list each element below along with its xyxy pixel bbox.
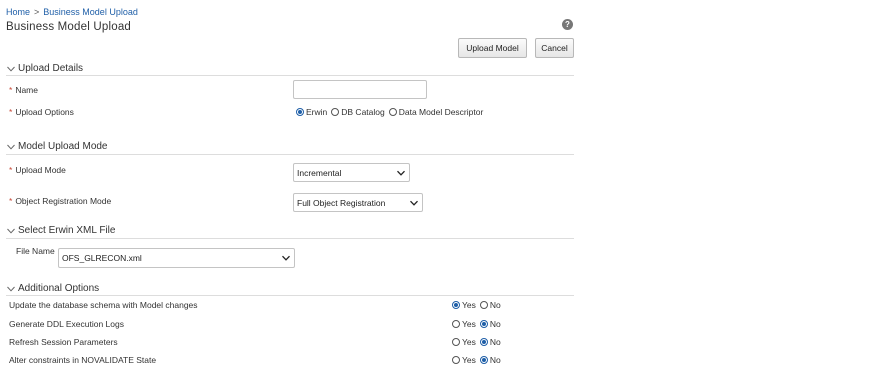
object-registration-mode-label: * Object Registration Mode [9,196,112,206]
upload-mode-select[interactable]: Incremental [293,163,410,182]
radio-yes[interactable] [452,301,460,309]
upload-options-radio-group: Erwin DB Catalog Data Model Descriptor [296,107,487,117]
name-input[interactable] [293,80,427,99]
required-marker: * [9,165,13,175]
required-marker: * [9,196,13,206]
radio-option-erwin[interactable]: Erwin [296,107,327,117]
radio-option-no[interactable]: No [479,337,501,347]
page-title: Business Model Upload [6,21,132,33]
option-row-label: Update the database schema with Model ch… [9,300,198,310]
breadcrumb-separator: > [34,7,40,17]
radio-yes[interactable] [452,320,460,328]
radio-option-yes[interactable]: Yes [452,355,476,365]
object-registration-mode-select[interactable]: Full Object Registration [293,193,423,212]
radio-option-yes[interactable]: Yes [452,337,476,347]
upload-details-title: Upload Details [18,63,84,74]
chevron-down-icon [7,66,15,72]
breadcrumb-current-link[interactable]: Business Model Upload [43,7,138,17]
radio-no[interactable] [479,356,488,364]
radio-erwin[interactable] [296,108,304,116]
section-divider [6,154,574,155]
option-row-label: Generate DDL Execution Logs [9,319,124,329]
radio-db-catalog[interactable] [331,108,340,116]
upload-mode-value: Incremental [297,167,342,178]
chevron-down-icon [282,255,290,261]
option-row-label: Alter constraints in NOVALIDATE State [9,355,157,365]
radio-option-yes[interactable]: Yes [452,319,476,329]
help-icon[interactable]: ? [562,19,573,30]
radio-option-yes[interactable]: Yes [452,300,476,310]
upload-details-section-header[interactable]: Upload Details [6,63,83,74]
radio-no[interactable] [479,301,488,309]
radio-no[interactable] [479,338,488,346]
option-row-radio-group: Yes No [452,300,505,310]
required-marker: * [9,85,13,95]
model-upload-mode-section-header[interactable]: Model Upload Mode [6,141,108,152]
radio-option-no[interactable]: No [479,319,501,329]
chevron-down-icon [410,200,418,206]
option-row-radio-group: Yes No [452,319,505,329]
breadcrumb: Home > Business Model Upload [6,7,138,17]
section-divider [6,238,574,239]
breadcrumb-home-link[interactable]: Home [6,7,30,17]
chevron-down-icon [7,228,15,234]
section-divider [6,295,574,296]
upload-model-button[interactable]: Upload Model [458,38,527,58]
radio-data-model-descriptor[interactable] [388,108,397,116]
erwin-file-section-header[interactable]: Select Erwin XML File [6,225,115,236]
radio-option-no[interactable]: No [479,300,501,310]
radio-yes[interactable] [452,356,460,364]
erwin-file-title: Select Erwin XML File [18,225,116,236]
file-name-value: OFS_GLRECON.xml [62,253,142,263]
chevron-down-icon [397,170,405,176]
radio-no[interactable] [479,320,488,328]
file-name-select[interactable]: OFS_GLRECON.xml [58,248,295,268]
file-name-label: File Name [16,246,55,256]
option-row-radio-group: Yes No [452,337,505,347]
additional-options-section-header[interactable]: Additional Options [6,283,99,294]
required-marker: * [9,107,13,117]
section-divider [6,75,574,76]
additional-options-title: Additional Options [18,283,100,294]
upload-options-label: * Upload Options [9,107,74,117]
radio-option-db-catalog[interactable]: DB Catalog [331,107,385,117]
upload-mode-label: * Upload Mode [9,165,66,175]
radio-yes[interactable] [452,338,460,346]
option-row-radio-group: Yes No [452,355,505,365]
chevron-down-icon [7,286,15,292]
cancel-button[interactable]: Cancel [535,38,574,58]
model-upload-mode-title: Model Upload Mode [18,141,108,152]
radio-option-data-model-descriptor[interactable]: Data Model Descriptor [388,107,483,117]
radio-option-no[interactable]: No [479,355,501,365]
option-row-label: Refresh Session Parameters [9,337,118,347]
chevron-down-icon [7,144,15,150]
object-registration-mode-value: Full Object Registration [297,197,386,208]
name-label: * Name [9,85,38,95]
